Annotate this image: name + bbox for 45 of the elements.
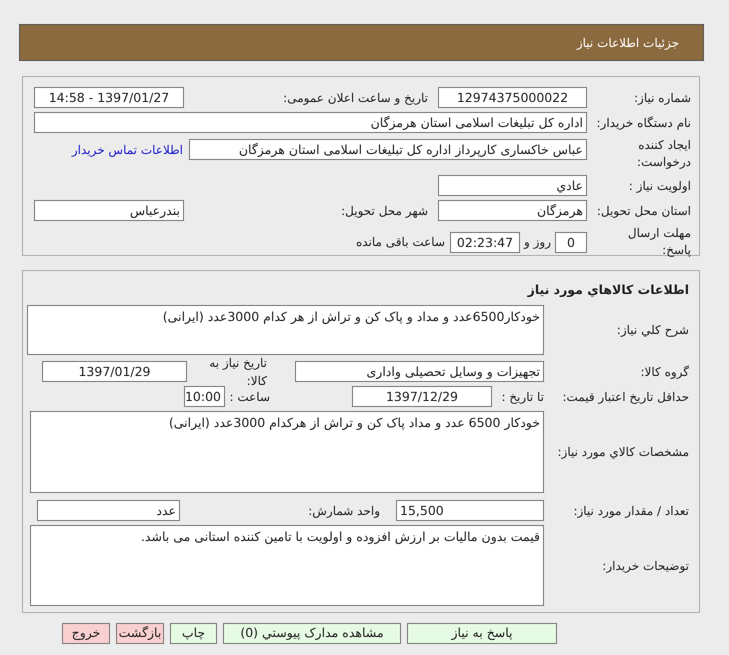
text-area: قیمت بدون مالیات بر ارزش افزوده و اولویت با تامین کننده استانی می باشد. [30, 525, 544, 606]
read-only-field: عباس خاکساری کارپرداز اداره کل تبلیغات اسلامی استان هرمزگان [189, 139, 587, 160]
field-label: گروه کالا: [640, 364, 690, 380]
read-only-field: 12974375000022 [438, 87, 587, 108]
field-label: توضیحات خریدار: [601, 558, 690, 574]
read-only-field: 02:23:47 [450, 232, 520, 252]
field-label: شهر محل تحویل: [340, 202, 428, 220]
read-only-field: 15,500 [396, 500, 544, 521]
read-only-field: 10:00 [184, 386, 225, 407]
read-only-field: 1397/12/29 [352, 386, 492, 407]
field-label: روز و [524, 234, 551, 251]
read-only-field: اداره کل تبلیغات اسلامی استان هرمزگان [34, 112, 587, 133]
field-label: حداقل تاریخ اعتبار قیمت: [561, 388, 690, 406]
action-button[interactable]: مشاهده مدارک پیوستي (0) [223, 623, 401, 644]
page-title: جزئیات اطلاعات نیاز [576, 34, 679, 52]
field-label: تا تاریخ : [500, 388, 544, 406]
read-only-field: 1397/01/29 [42, 361, 187, 382]
field-label: استان محل تحویل: [596, 202, 691, 220]
action-button[interactable]: چاپ [170, 623, 217, 644]
field-label: نام دستگاه خریدار: [596, 114, 691, 132]
field-label: تاریخ و ساعت اعلان عمومی: [282, 90, 428, 106]
field-label: تعداد / مقدار مورد نیاز: [572, 502, 690, 520]
field-label: ایجاد کننده درخواست: [636, 137, 691, 171]
section-title: اطلاعات کالاهاي مورد نياز [526, 281, 690, 299]
exit-button[interactable]: خروج [62, 623, 110, 644]
field-label: ساعت : [228, 388, 270, 406]
exit-button[interactable]: بازگشت [116, 623, 164, 644]
read-only-field: عدد [37, 500, 180, 521]
field-label: واحد شمارش: [307, 502, 380, 520]
field-label: اولویت نیاز : [628, 178, 691, 194]
field-label: شماره نیاز: [633, 90, 691, 106]
read-only-field: 0 [555, 232, 587, 252]
field-label: مهلت ارسال پاسخ: [626, 225, 691, 259]
field-label: ساعت باقی مانده [356, 234, 445, 251]
read-only-field: 1397/01/27 - 14:58 [34, 87, 184, 108]
read-only-field: عادي [438, 175, 587, 196]
read-only-field: تجهیزات و وسایل تحصیلی واداری [295, 361, 544, 382]
action-button[interactable]: پاسخ به نیاز [407, 623, 557, 644]
read-only-field: هرمزگان [438, 200, 587, 221]
field-label: شرح کلي نياز: [616, 322, 690, 339]
text-area: خودکار6500عدد و مداد و پاک کن و تراش از هر کدام 3000عدد (ایرانی) [27, 305, 544, 355]
contact-info-link[interactable]: اطلاعات تماس خریدار [72, 141, 183, 159]
read-only-field: بندرعباس [34, 200, 184, 221]
field-label: مشخصات کالاي مورد نياز: [556, 444, 690, 461]
text-area: خودکار 6500 عدد و مداد پاک کن و تراش از هرکدام 3000عدد (ایرانی) [30, 411, 544, 493]
